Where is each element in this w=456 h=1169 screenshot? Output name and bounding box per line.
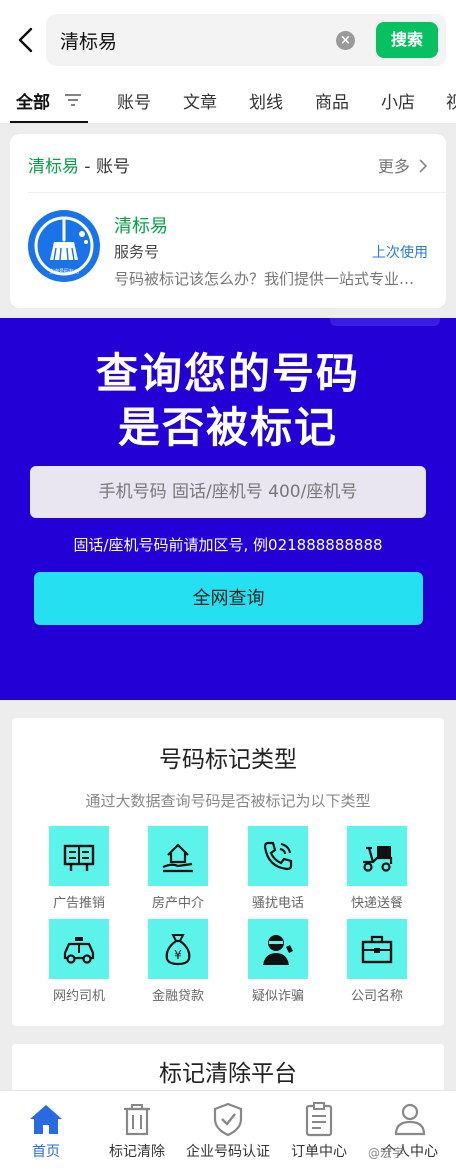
user-icon [394, 1103, 426, 1136]
nav-home[interactable]: 首页 [0, 1091, 92, 1169]
scooter-tile [347, 826, 407, 886]
network-query-button[interactable]: 全网查询 [34, 572, 423, 625]
tab-all[interactable]: 全部 [16, 88, 50, 113]
clear-platform-title: 标记清除平台 [159, 1061, 297, 1087]
account-result-card[interactable]: 清标易 - 账号 更多 查询号码标记 清标易 服务号 上次使用 号码被标记该怎么… [10, 134, 446, 308]
briefcase-icon [361, 935, 393, 964]
mark-type-real-estate[interactable]: 房产中介 [138, 826, 218, 916]
mark-type-label: 快递送餐 [350, 896, 403, 911]
billboard-icon [63, 844, 95, 871]
taxi-tile [49, 919, 109, 979]
banner-tab [330, 318, 440, 326]
more-link[interactable]: 更多 [378, 153, 428, 177]
house-hand-icon [162, 843, 193, 873]
nav-mark-clear[interactable]: 标记清除 [91, 1091, 183, 1169]
more-label: 更多 [377, 157, 410, 176]
tab-products[interactable]: 商品 [315, 88, 349, 113]
hero-title-line1: 查询您的号码 [95, 349, 360, 398]
billboard-tile [49, 826, 109, 886]
hero-banner: 查询您的号码 是否被标记 固话/座机号码前请加区号, 例021888888888… [0, 318, 456, 700]
filter-tabs: 全部 账号 文章 划线 商品 小店 视 [0, 80, 456, 124]
shield-check-icon [213, 1102, 243, 1137]
active-tab-indicator [10, 121, 88, 123]
clipboard-icon [305, 1102, 333, 1137]
taxi-icon [63, 937, 95, 964]
search-button[interactable]: 搜索 [376, 22, 438, 58]
search-query[interactable]: 清标易 [60, 27, 117, 54]
last-used-badge: 上次使用 [372, 245, 428, 261]
mark-type-label: 疑似诈骗 [251, 989, 304, 1004]
mark-type-delivery[interactable]: 快递送餐 [337, 826, 417, 916]
money-bag-tile: ¥ [148, 919, 208, 979]
nav-label: 企业号码认证 [186, 1144, 270, 1160]
trash-icon [124, 1104, 150, 1136]
avatar[interactable]: 查询号码标记 [28, 210, 100, 282]
phone-number-input[interactable] [30, 466, 426, 518]
filter-icon[interactable] [64, 92, 82, 108]
mark-type-label: 公司名称 [350, 989, 403, 1004]
briefcase-tile [347, 919, 407, 979]
chevron-right-icon [419, 159, 428, 173]
account-type: 服务号 [114, 243, 160, 261]
house-hand-tile [148, 826, 208, 886]
phone-ring-tile [248, 826, 308, 886]
tab-articles[interactable]: 文章 [183, 88, 217, 113]
mark-type-label: 骚扰电话 [251, 896, 304, 911]
mark-type-label: 网约司机 [52, 989, 105, 1004]
mark-type-fraud[interactable]: 疑似诈骗 [238, 919, 318, 1009]
home-icon [30, 1105, 62, 1134]
mark-type-finance-loan[interactable]: ¥ 金融贷款 [138, 919, 218, 1009]
tab-shops[interactable]: 小店 [381, 88, 415, 113]
broom-logo-icon: 查询号码标记 [34, 216, 94, 276]
divider [28, 192, 446, 193]
account-section-header: 清标易 - 账号 [28, 152, 130, 177]
input-hint: 固话/座机号码前请加区号, 例021888888888 [73, 536, 383, 554]
hero-title-line2: 是否被标记 [117, 403, 338, 452]
account-section-suffix: - 账号 [79, 157, 130, 177]
scooter-icon [363, 846, 393, 872]
nav-orders[interactable]: 订单中心 [273, 1091, 365, 1169]
thief-icon [263, 935, 293, 965]
nav-label: 标记清除 [109, 1144, 165, 1160]
nav-label: 首页 [32, 1144, 60, 1160]
clear-icon[interactable]: × [336, 31, 355, 50]
search-input[interactable]: 清标易 × 搜索 [46, 14, 446, 66]
svg-text:查询号码标记: 查询号码标记 [49, 268, 79, 275]
account-name[interactable]: 清标易 [114, 212, 168, 238]
mark-type-harassment[interactable]: 骚扰电话 [238, 826, 318, 916]
thief-tile [248, 919, 308, 979]
mark-type-ride-driver[interactable]: 网约司机 [39, 919, 119, 1009]
tab-video[interactable]: 视 [446, 88, 456, 113]
mark-type-label: 金融贷款 [151, 989, 204, 1004]
tab-highlights[interactable]: 划线 [249, 88, 283, 113]
mark-type-ads[interactable]: 广告推销 [39, 826, 119, 916]
watermark: @宏宇 [368, 1146, 405, 1160]
tab-accounts[interactable]: 账号 [117, 88, 151, 113]
nav-label: 订单中心 [291, 1144, 347, 1160]
nav-enterprise-auth[interactable]: 企业号码认证 [182, 1091, 274, 1169]
phone-ring-icon [263, 841, 293, 871]
top-search-bar: 清标易 × 搜索 [0, 0, 456, 80]
mark-type-label: 广告推销 [52, 896, 105, 911]
mark-types-subtitle: 通过大数据查询号码是否被标记为以下类型 [85, 792, 371, 810]
mark-types-title: 号码标记类型 [159, 747, 297, 773]
svg-text:¥: ¥ [174, 948, 182, 962]
money-bag-icon: ¥ [165, 934, 191, 966]
back-arrow-icon[interactable] [14, 26, 38, 54]
mark-types-card: 号码标记类型 通过大数据查询号码是否被标记为以下类型 广告推销 房产中介 骚扰电… [12, 718, 444, 1026]
mark-type-label: 房产中介 [151, 896, 204, 911]
account-section-name: 清标易 [28, 157, 79, 177]
account-description: 号码被标记该怎么办？我们提供一站式专业服务 [114, 270, 426, 288]
mark-type-company[interactable]: 公司名称 [337, 919, 417, 1009]
